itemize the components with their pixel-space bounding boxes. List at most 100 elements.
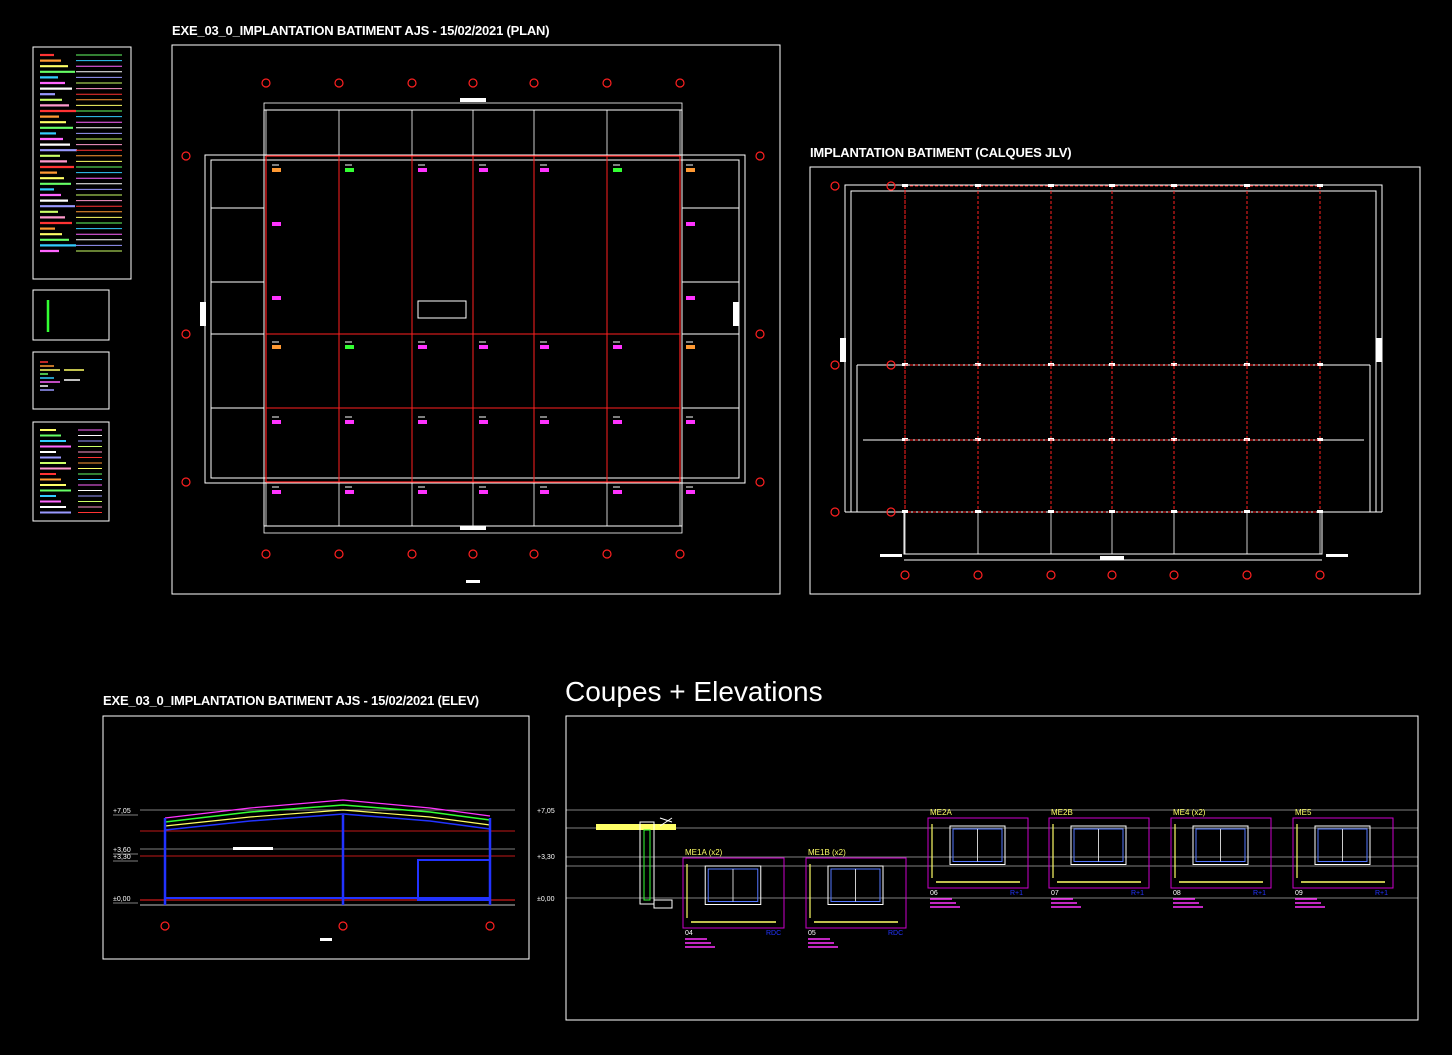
calques-axis-bubble-left: [830, 360, 840, 370]
calques-node-marker: [1317, 510, 1323, 513]
plan-axis-bubble-bottom: [602, 549, 612, 559]
plan-axis-bubble-top: [675, 78, 685, 88]
plan-equipment-tag: [479, 420, 488, 424]
plan-axis-bubble-top: [407, 78, 417, 88]
plan-axis-bubble-bottom: [468, 549, 478, 559]
detail-level-label: R+1: [1375, 890, 1388, 897]
plan-sheet: [171, 44, 781, 595]
plan-scale-bar: [466, 580, 480, 583]
plan-equipment-tag: [613, 345, 622, 349]
plan-equipment-tag: [686, 490, 695, 494]
plan-equipment-tag: [686, 168, 695, 172]
plan-equipment-tag: [272, 490, 281, 494]
plan-axis-bubble-right: [755, 151, 765, 161]
plan-axis-bubble-top: [334, 78, 344, 88]
plan-axis-bubble-top: [602, 78, 612, 88]
calques-axis-bubble-bottom: [1315, 570, 1325, 580]
cad-drawing-canvas[interactable]: +7,05+3,60+3,30±0,00+7,05+3,30±0,00 ME1A…: [0, 0, 1452, 1055]
plan-equipment-tag: [479, 345, 488, 349]
calques-axis-bubble-bottom: [1046, 570, 1056, 580]
calques-axis-bubble-bottom: [973, 570, 983, 580]
plan-axis-bubble-left: [181, 329, 191, 339]
plan-equipment-tag: [418, 345, 427, 349]
calques-node-marker: [1048, 510, 1054, 513]
calques-node-marker: [1171, 510, 1177, 513]
plan-axis-bubble-bottom: [529, 549, 539, 559]
plan-equipment-tag: [686, 345, 695, 349]
calques-node-marker: [1171, 184, 1177, 187]
detail-code-label: ME2B: [1051, 808, 1073, 817]
legend-swatch-lines: [40, 53, 122, 514]
plan-axis-bubble-left: [181, 151, 191, 161]
plan-outer-wall: [204, 154, 746, 484]
plan-sheet-frame: [171, 44, 781, 595]
calques-node-marker: [902, 510, 908, 513]
calques-node-marker: [1109, 510, 1115, 513]
detail-level-label: RDC: [766, 930, 781, 937]
plan-axis-bubble-bottom: [675, 549, 685, 559]
plan-equipment-tag: [418, 490, 427, 494]
elev-level-label: +3,30: [113, 854, 131, 861]
plan-axis-bubble-bottom: [334, 549, 344, 559]
plan-equipment-tag: [418, 168, 427, 172]
plan-equipment-tag: [345, 168, 354, 172]
calques-sheet: [809, 166, 1421, 595]
calques-axis-bubble-bottom: [1242, 570, 1252, 580]
detail-code-label: ME1A (x2): [685, 848, 723, 857]
detail-level-label: R+1: [1010, 890, 1023, 897]
layer-legend-panels: [32, 46, 132, 522]
plan-equipment-tag: [613, 168, 622, 172]
elev-scale-bar: [320, 938, 332, 941]
elevation-sheet: [102, 715, 530, 960]
coupe-level-label: ±0,00: [537, 896, 555, 903]
plan-equipment-tag: [479, 490, 488, 494]
coupes-sheet-frame: [565, 715, 1419, 1021]
calques-node-marker: [1048, 184, 1054, 187]
elev-level-label: +3,60: [113, 847, 131, 854]
coupe-level-label: +3,30: [537, 854, 555, 861]
detail-number-label: 08: [1173, 890, 1181, 897]
elevation-level-labels: +7,05+3,60+3,30±0,00+7,05+3,30±0,00: [113, 808, 555, 904]
detail-number-label: 05: [808, 930, 816, 937]
plan-equipment-tag: [686, 420, 695, 424]
calques-node-marker: [1109, 184, 1115, 187]
detail-level-label: R+1: [1131, 890, 1144, 897]
legend-frame-small-1: [32, 289, 110, 341]
plan-axis-bubble-left: [181, 477, 191, 487]
calques-axis-bubble-bottom: [1107, 570, 1117, 580]
plan-axis-bubble-top: [468, 78, 478, 88]
detail-number-label: 07: [1051, 890, 1059, 897]
plan-axis-bubble-bottom: [407, 549, 417, 559]
plan-central-block: [417, 300, 467, 319]
plan-equipment-tags: [272, 164, 695, 494]
detail-number-label: 06: [930, 890, 938, 897]
plan-equipment-tag: [272, 420, 281, 424]
detail-level-label: R+1: [1253, 890, 1266, 897]
plan-equipment-tag: [613, 490, 622, 494]
calques-axis-bubble-inner: [886, 181, 896, 191]
calques-node-marker: [1317, 184, 1323, 187]
plan-equipment-tag: [613, 420, 622, 424]
detail-code-label: ME4 (x2): [1173, 808, 1206, 817]
detail-number-label: 09: [1295, 890, 1303, 897]
calques-axis-bubble-left: [830, 181, 840, 191]
plan-equipment-tag: [540, 490, 549, 494]
plan-equipment-tag: [272, 222, 281, 226]
plan-equipment-tag: [540, 420, 549, 424]
plan-axis-bubble-top: [529, 78, 539, 88]
layer-legend-frame: [32, 46, 132, 280]
plan-equipment-tag: [540, 168, 549, 172]
plan-equipment-tag: [686, 296, 695, 300]
calques-node-marker: [975, 510, 981, 513]
plan-equipment-tag: [345, 490, 354, 494]
detail-code-label: ME5: [1295, 808, 1312, 817]
plan-axis-bubble-right: [755, 477, 765, 487]
plan-equipment-tag: [540, 345, 549, 349]
calques-axis-bubble-bottom: [1169, 570, 1179, 580]
plan-axis-bubble-bottom: [261, 549, 271, 559]
calques-node-marker: [1244, 184, 1250, 187]
calques-node-marker: [902, 184, 908, 187]
detail-number-label: 04: [685, 930, 693, 937]
calques-node-marker: [1244, 510, 1250, 513]
plan-axis-bubble-right: [755, 329, 765, 339]
